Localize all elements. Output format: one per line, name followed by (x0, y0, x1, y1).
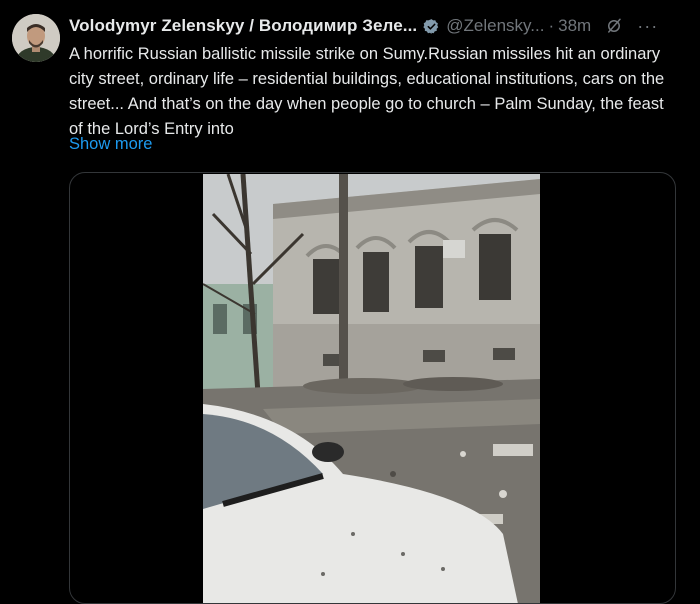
media-container[interactable] (69, 172, 676, 604)
video-player[interactable] (203, 174, 540, 603)
author-handle[interactable]: @Zelensky... (446, 16, 544, 36)
avatar[interactable] (12, 14, 60, 62)
separator-dot: · (548, 16, 555, 35)
verified-badge-icon (423, 18, 440, 35)
tweet[interactable]: Volodymyr Zelenskyy / Володимир Зеле... … (0, 0, 700, 604)
avatar-image (12, 14, 60, 62)
show-more-link[interactable]: Show more (69, 135, 152, 154)
author-name[interactable]: Volodymyr Zelenskyy / Володимир Зеле... (69, 16, 417, 36)
grok-icon[interactable] (605, 17, 623, 35)
more-options-icon[interactable]: ··· (637, 16, 658, 37)
video-frame (203, 174, 540, 603)
timestamp[interactable]: 38m (558, 16, 591, 36)
tweet-header: Volodymyr Zelenskyy / Володимир Зеле... … (69, 14, 690, 38)
tweet-text: A horrific Russian ballistic missile str… (69, 45, 665, 138)
